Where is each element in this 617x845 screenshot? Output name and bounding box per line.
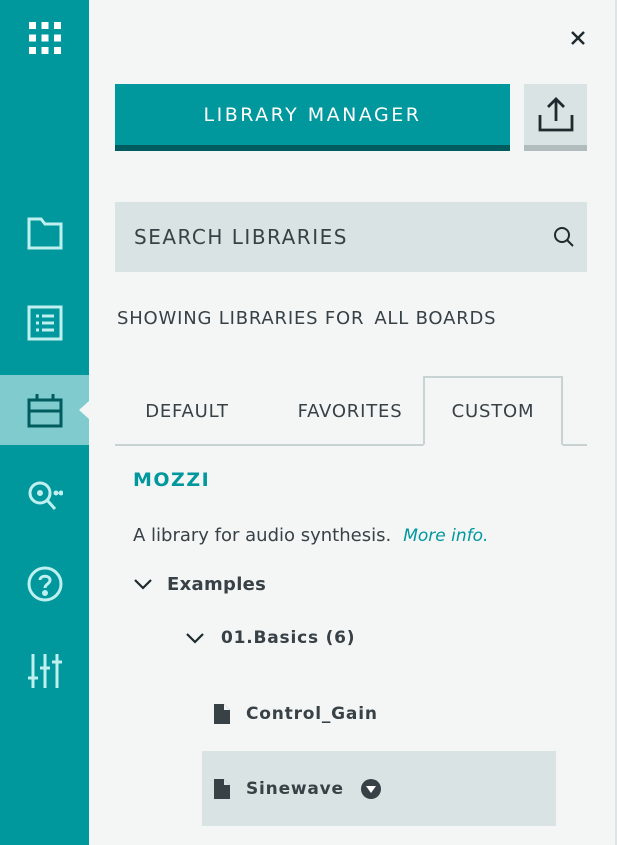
search-icon[interactable] [553,226,575,248]
upload-icon [538,96,573,131]
library-description-row: A library for audio synthesis. More info. [133,525,488,546]
more-info-link[interactable]: More info. [403,526,488,546]
file-icon [214,778,230,799]
library-tabs: DEFAULT FAVORITES CUSTOM [115,376,587,446]
examples-label: Examples [167,573,267,595]
library-panel: LIBRARY MANAGER SHOWING LIBRARIES FOR ALL… [89,0,617,845]
examples-tree-node[interactable]: Examples [133,570,266,598]
tab-default[interactable]: DEFAULT [117,376,257,446]
chevron-down-icon [134,579,152,590]
file-menu-dropdown-icon[interactable] [360,778,382,800]
board-filter-text: SHOWING LIBRARIES FOR ALL BOARDS [117,308,496,329]
close-icon[interactable] [566,26,590,50]
folder-icon[interactable] [0,198,89,268]
search-input[interactable] [115,202,535,272]
file-label: Sinewave [246,778,344,799]
apps-grid-icon[interactable] [0,5,89,71]
library-description: A library for audio synthesis. [133,525,392,546]
search-bar [115,202,587,272]
tab-custom[interactable]: CUSTOM [423,376,563,446]
list-icon[interactable] [0,288,89,358]
help-icon[interactable] [0,549,89,619]
showing-prefix: SHOWING LIBRARIES FOR [117,308,365,329]
library-manager-button[interactable]: LIBRARY MANAGER [115,84,510,151]
preferences-sliders-icon[interactable] [0,636,89,706]
tab-favorites[interactable]: FAVORITES [275,376,425,446]
library-title: MOZZI [133,469,211,491]
board-filter-value[interactable]: ALL BOARDS [374,308,496,329]
example-file-sinewave[interactable]: Sinewave [202,751,556,826]
upload-library-button[interactable] [524,84,587,151]
library-icon[interactable] [0,375,89,445]
file-label: Control_Gain [246,703,378,724]
basics-folder-label: 01.Basics (6) [221,628,356,648]
chevron-down-icon [186,633,204,644]
sidebar-rail [0,0,89,845]
basics-folder-node[interactable]: 01.Basics (6) [185,624,355,652]
example-file-control-gain[interactable]: Control_Gain [202,676,556,751]
file-icon [214,703,230,724]
monitor-search-icon[interactable] [0,462,89,532]
